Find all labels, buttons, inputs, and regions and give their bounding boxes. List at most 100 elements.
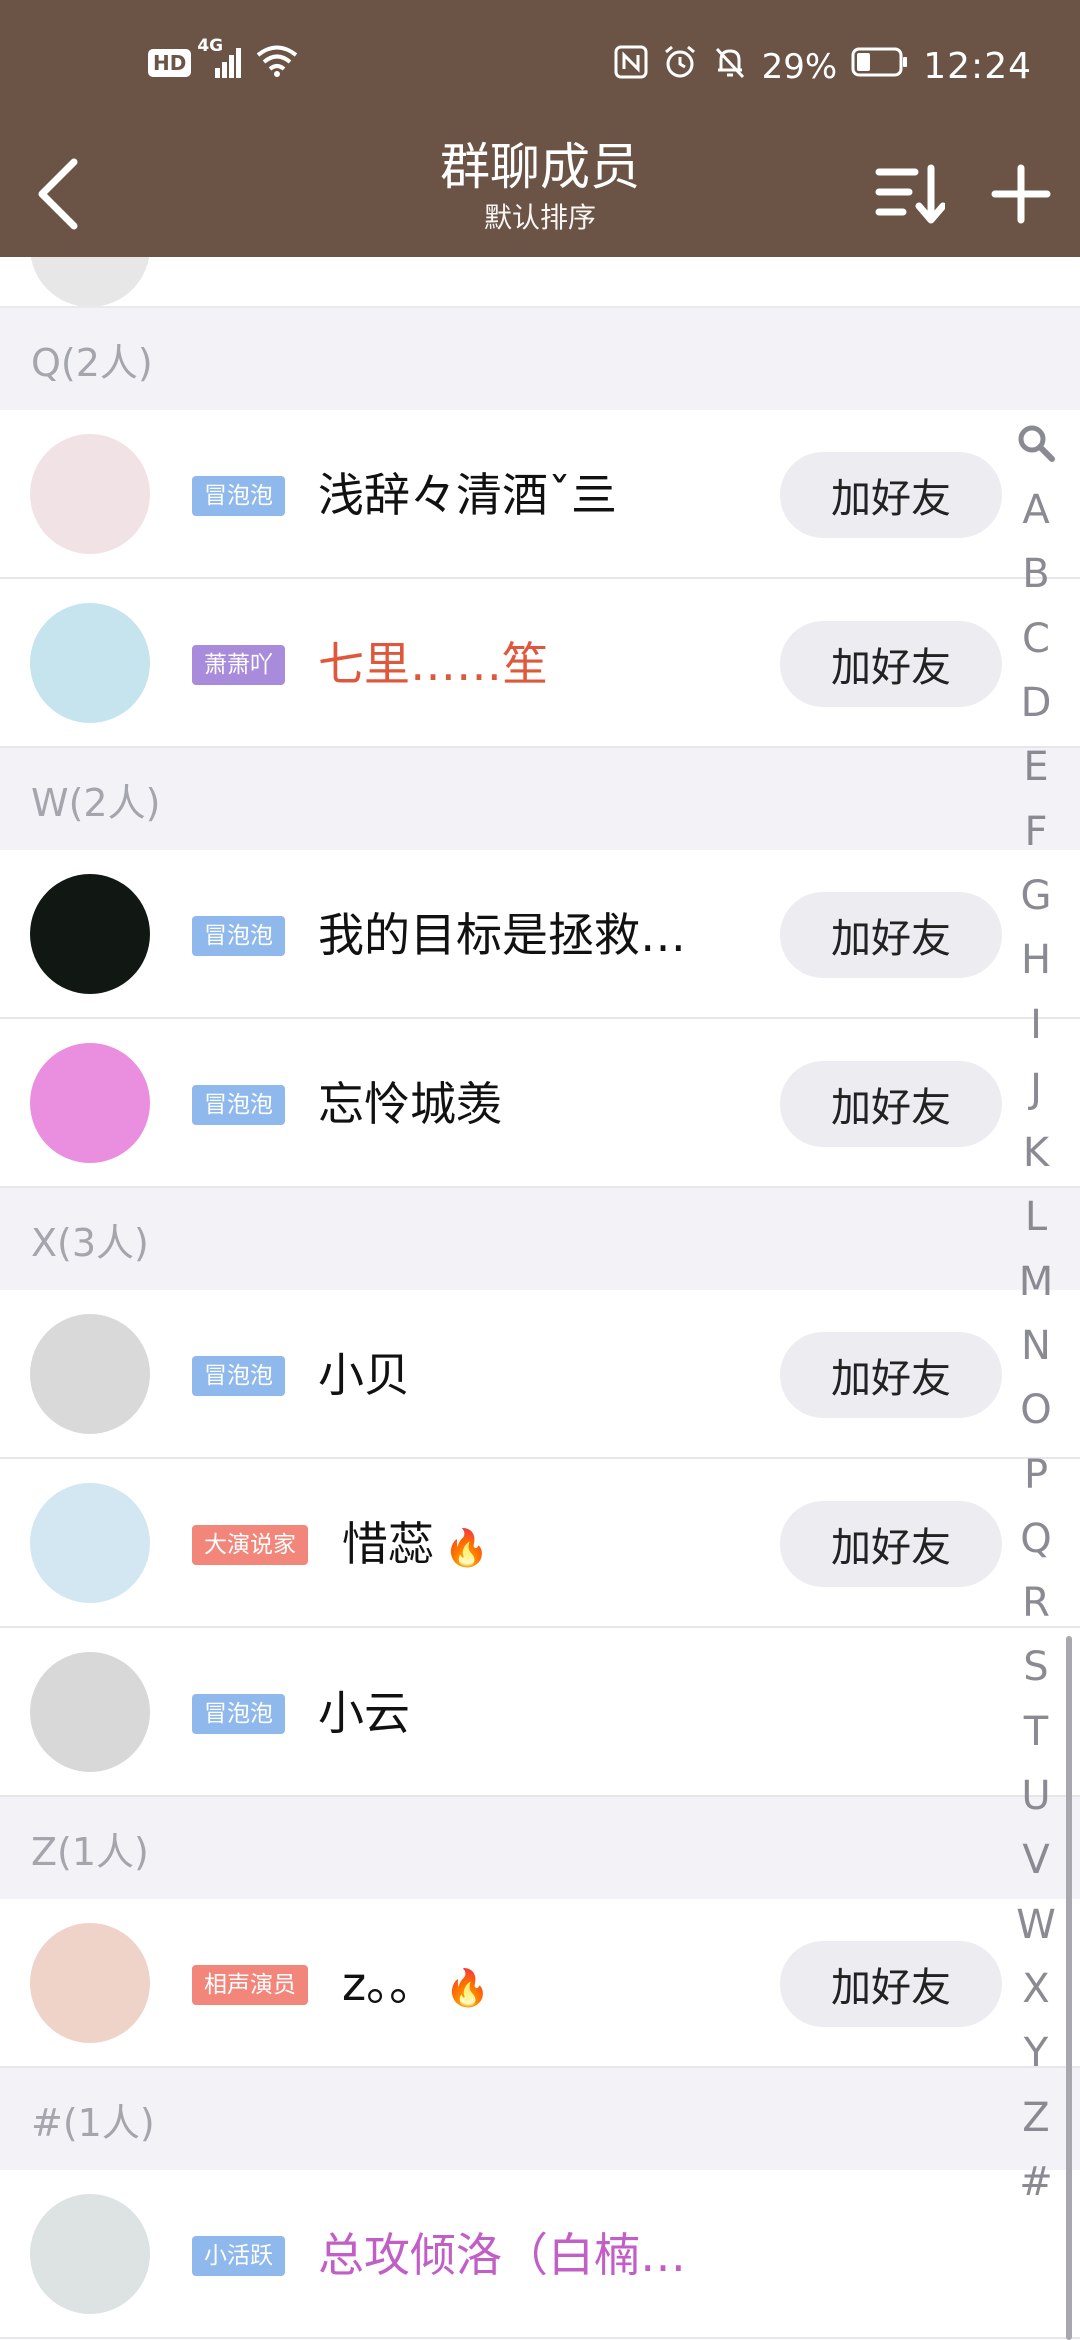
add-friend-button[interactable]: 加好友 [780,1061,1002,1147]
member-title-badge: 冒泡泡 [192,1694,285,1734]
member-title-badge: 萧萧吖 [192,645,285,685]
list-item[interactable]: 相声演员 z。。 🔥 加好友 [0,1899,1080,2068]
add-friend-button[interactable]: 加好友 [780,1941,1002,2027]
member-title-badge: 小活跃 [192,2236,285,2276]
index-letter[interactable]: # [1010,2150,1062,2214]
list-item[interactable]: 冒泡泡 浅辞々清酒ˇ亖 加好友 [0,410,1080,579]
avatar[interactable] [30,874,150,994]
member-title-badge: 冒泡泡 [192,476,285,516]
index-letter[interactable]: Z [1010,2085,1062,2149]
index-letter[interactable]: J [1010,1057,1062,1121]
index-letter[interactable]: I [1010,992,1062,1056]
index-letter[interactable]: V [1010,1828,1062,1892]
avatar[interactable] [30,1923,150,2043]
index-letter[interactable]: P [1010,1442,1062,1506]
member-title-badge: 相声演员 [192,1965,308,2005]
mute-bell-icon [712,44,748,89]
member-name-text: 七里……笙 [318,637,548,691]
index-letter[interactable]: L [1010,1185,1062,1249]
sort-mode-subtitle[interactable]: 默认排序 [290,200,790,236]
member-name: 我的目标是拯救… [318,902,686,968]
index-letter[interactable]: G [1010,864,1062,928]
index-letter[interactable]: W [1010,1893,1062,1957]
member-name: 总攻倾洛（白楠… [318,2222,686,2288]
list-item-partial[interactable] [0,257,1080,308]
member-title-badge: 冒泡泡 [192,1085,285,1125]
index-letter[interactable]: X [1010,1957,1062,2021]
index-letter[interactable]: N [1010,1314,1062,1378]
add-friend-button[interactable]: 加好友 [780,621,1002,707]
alarm-icon [662,44,698,89]
index-letter[interactable]: F [1010,799,1062,863]
avatar[interactable] [30,2194,150,2314]
member-name-text: 浅辞々清酒ˇ亖 [318,468,617,522]
index-letter[interactable]: B [1010,542,1062,606]
battery-icon [851,46,909,87]
member-name-text: 小云 [318,1686,410,1740]
index-letter[interactable]: C [1010,607,1062,671]
section-header: Q(2人) [0,308,1080,410]
add-friend-button[interactable]: 加好友 [780,1332,1002,1418]
status-bar: HD 4G 29% 12:24 [0,0,1080,130]
avatar[interactable] [30,1652,150,1772]
avatar[interactable] [30,1043,150,1163]
index-search-icon[interactable] [1010,408,1062,478]
member-name-text: 我的目标是拯救… [318,908,686,962]
avatar[interactable] [30,603,150,723]
add-member-button[interactable] [976,152,1066,236]
nfc-icon [614,45,648,88]
member-name: 七里……笙 [318,631,548,697]
index-letter[interactable]: D [1010,671,1062,735]
list-item[interactable]: 冒泡泡 小云 [0,1628,1080,1797]
hd-badge: HD [148,49,192,77]
member-title-badge: 冒泡泡 [192,1356,285,1396]
wifi-icon [255,44,299,82]
list-item[interactable]: 大演说家 惜蕊 🔥 加好友 [0,1459,1080,1628]
member-name-text: 忘怜城羡 [318,1077,502,1131]
list-item[interactable]: 小活跃 总攻倾洛（白楠… [0,2170,1080,2339]
list-item[interactable]: 冒泡泡 忘怜城羡 加好友 [0,1019,1080,1188]
app-header: 群聊成员 默认排序 [0,130,1080,257]
index-letter[interactable]: Y [1010,2021,1062,2085]
member-name-text: 小贝 [318,1348,410,1402]
index-letter[interactable]: K [1010,1121,1062,1185]
member-title-badge: 大演说家 [192,1525,308,1565]
avatar[interactable] [30,1483,150,1603]
member-name-text: 惜蕊 [342,1517,434,1571]
member-title-badge: 冒泡泡 [192,916,285,956]
section-header: Z(1人) [0,1797,1080,1899]
fire-icon: 🔥 [444,1528,489,1569]
avatar[interactable] [30,1314,150,1434]
index-letter[interactable]: O [1010,1378,1062,1442]
avatar[interactable] [30,434,150,554]
index-letter[interactable]: T [1010,1700,1062,1764]
avatar [30,257,150,306]
add-friend-button[interactable]: 加好友 [780,1501,1002,1587]
index-letter[interactable]: M [1010,1250,1062,1314]
sort-button[interactable] [868,152,952,236]
back-button[interactable] [18,144,98,244]
add-friend-button[interactable]: 加好友 [780,452,1002,538]
index-letter[interactable]: R [1010,1571,1062,1635]
clock: 12:24 [923,46,1032,87]
top-band: HD 4G 29% 12:24 群聊成员 默认排序 [0,0,1080,257]
list-item[interactable]: 冒泡泡 小贝 加好友 [0,1290,1080,1459]
add-friend-button[interactable]: 加好友 [780,892,1002,978]
scrollbar[interactable] [1066,1636,1072,2340]
list-item[interactable]: 冒泡泡 我的目标是拯救… 加好友 [0,850,1080,1019]
index-letter[interactable]: S [1010,1635,1062,1699]
section-header: #(1人) [0,2068,1080,2170]
index-letter[interactable]: Q [1010,1507,1062,1571]
alphabet-index-bar[interactable]: A B C D E F G H I J K L M N O P Q R S T U V W X Y Z # [1010,408,1062,2214]
list-item[interactable]: 萧萧吖 七里……笙 加好友 [0,579,1080,748]
page-title: 群聊成员 [440,138,640,196]
index-letter[interactable]: U [1010,1764,1062,1828]
index-letter[interactable]: A [1010,478,1062,542]
member-name: 小贝 [318,1342,410,1408]
index-letter[interactable]: E [1010,735,1062,799]
network-type: 4G [197,36,224,56]
battery-percent: 29% [761,46,838,87]
section-header: W(2人) [0,748,1080,850]
index-letter[interactable]: H [1010,928,1062,992]
member-name: z。。 🔥 [342,1951,490,2022]
